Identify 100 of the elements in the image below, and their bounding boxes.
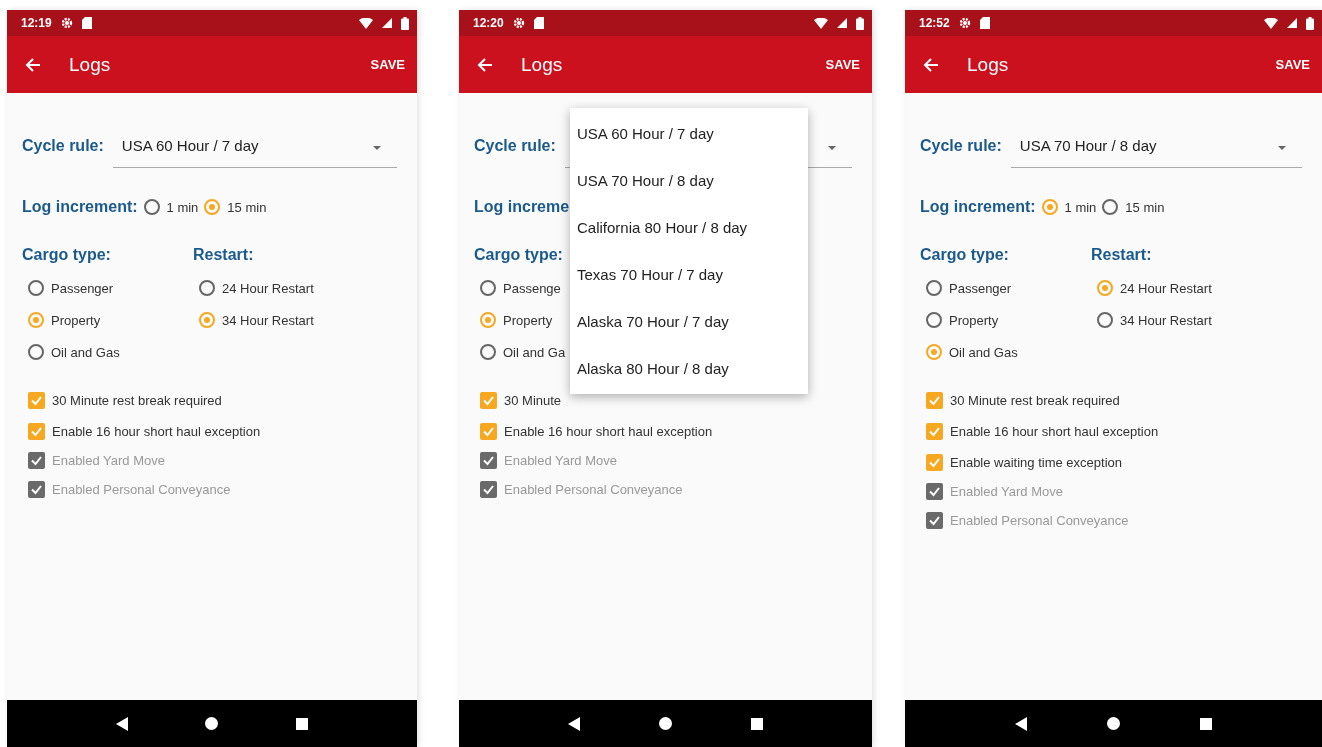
battery-icon	[401, 16, 409, 30]
back-arrow-icon[interactable]	[25, 57, 41, 72]
screen-title: Logs	[967, 53, 1009, 76]
radio-button[interactable]	[1097, 312, 1113, 328]
gear-icon	[512, 17, 525, 29]
radio-button[interactable]	[1102, 199, 1119, 215]
option-label: Property	[51, 312, 101, 328]
checkbox-label: Enable waiting time exception	[950, 455, 1122, 470]
option-label: Oil and Gas	[949, 344, 1018, 360]
cargo-type-label: Cargo type:	[920, 246, 1010, 264]
screen-title: Logs	[521, 53, 563, 76]
cycle-rule-label: Cycle rule:	[474, 136, 556, 155]
checkbox[interactable]	[926, 454, 943, 471]
restart-label: Restart:	[193, 246, 255, 264]
option-label: Passenger	[51, 280, 114, 296]
back-triangle-icon[interactable]	[1015, 716, 1027, 731]
radio-button[interactable]	[926, 312, 942, 328]
option-label: 24 Hour Restart	[222, 280, 314, 296]
back-arrow-icon[interactable]	[923, 57, 939, 72]
menu-item[interactable]: California 80 Hour / 8 day	[570, 204, 808, 251]
checkbox[interactable]	[480, 392, 497, 409]
sd-card-icon	[81, 17, 92, 29]
menu-item[interactable]: Alaska 80 Hour / 8 day	[570, 345, 808, 392]
option-label: 1 min	[166, 199, 199, 215]
sd-card-icon	[533, 17, 544, 29]
back-arrow-icon[interactable]	[477, 57, 493, 72]
radio-button[interactable]	[480, 312, 496, 328]
radio-button[interactable]	[926, 280, 942, 296]
status-time: 12:52	[919, 16, 950, 30]
cycle-rule-dropdown[interactable]: USA 70 Hour / 8 day	[1010, 129, 1302, 168]
checkbox-label: 30 Minute rest break required	[52, 393, 222, 408]
checkbox-label: 30 Minute rest break required	[950, 393, 1120, 408]
signal-icon	[837, 18, 847, 28]
home-circle-icon[interactable]	[205, 717, 219, 730]
restart-label: Restart:	[1091, 246, 1153, 264]
checkbox[interactable]	[480, 423, 497, 440]
dropdown-caret-icon	[828, 146, 836, 150]
menu-item[interactable]: USA 60 Hour / 7 day	[570, 110, 808, 157]
checkbox-label: Enable 16 hour short haul exception	[950, 424, 1159, 439]
cycle-rule-label: Cycle rule:	[22, 136, 104, 155]
save-button[interactable]: SAVE	[823, 51, 862, 78]
radio-button[interactable]	[926, 344, 942, 360]
option-label: Oil and Ga	[503, 344, 566, 360]
menu-item[interactable]: Texas 70 Hour / 7 day	[570, 251, 808, 298]
gear-icon	[958, 17, 971, 29]
home-circle-icon[interactable]	[1107, 717, 1120, 730]
option-label: 34 Hour Restart	[222, 312, 314, 328]
radio-button[interactable]	[28, 280, 44, 296]
radio-button[interactable]	[480, 280, 496, 296]
checkbox-label: 30 Minute	[504, 393, 562, 408]
menu-item[interactable]: USA 70 Hour / 8 day	[570, 157, 808, 204]
option-label: Property	[503, 312, 553, 328]
checkbox-label: Enable 16 hour short haul exception	[504, 424, 713, 439]
back-triangle-icon[interactable]	[568, 716, 581, 731]
screen-title: Logs	[69, 53, 111, 76]
option-label: Passenge	[503, 280, 561, 296]
save-button[interactable]: SAVE	[368, 51, 407, 78]
option-label: 1 min	[1064, 199, 1097, 215]
log-increment-label: Log increment:	[22, 198, 138, 216]
radio-button[interactable]	[199, 280, 215, 296]
status-time: 12:20	[473, 16, 504, 30]
checkbox-label: Enabled Yard Move	[52, 453, 165, 468]
radio-button[interactable]	[28, 312, 44, 328]
wifi-icon	[814, 17, 828, 29]
cycle-rule-label: Cycle rule:	[920, 136, 1002, 155]
wifi-icon	[359, 17, 373, 29]
cycle-rule-dropdown[interactable]: USA 60 Hour / 7 day	[112, 129, 397, 168]
radio-button[interactable]	[28, 344, 44, 360]
checkbox-label: Enabled Personal Conveyance	[52, 482, 231, 497]
radio-button[interactable]	[480, 344, 496, 360]
menu-item[interactable]: Alaska 70 Hour / 7 day	[570, 298, 808, 345]
square-icon[interactable]	[750, 717, 763, 730]
option-label: 15 min	[227, 199, 267, 215]
option-label: Property	[949, 312, 999, 328]
checkbox[interactable]	[926, 423, 943, 440]
checkbox[interactable]	[926, 392, 943, 409]
checkbox[interactable]	[28, 392, 45, 409]
battery-icon	[1306, 16, 1314, 30]
radio-button[interactable]	[199, 312, 215, 328]
option-label: 15 min	[1125, 199, 1165, 215]
square-icon[interactable]	[296, 717, 309, 730]
cargo-type-label: Cargo type:	[474, 246, 564, 264]
wifi-icon	[1264, 17, 1278, 29]
radio-button[interactable]	[1041, 199, 1058, 215]
save-button[interactable]: SAVE	[1273, 51, 1312, 78]
checkbox-label: Enabled Personal Conveyance	[504, 482, 683, 497]
option-label: Oil and Gas	[51, 344, 120, 360]
checkbox-label: Enabled Personal Conveyance	[950, 513, 1129, 528]
back-triangle-icon[interactable]	[115, 716, 128, 731]
checkbox[interactable]	[28, 423, 45, 440]
log-increment-label: Log increment:	[920, 198, 1036, 216]
radio-button[interactable]	[204, 199, 221, 215]
square-icon[interactable]	[1200, 717, 1212, 730]
radio-button[interactable]	[143, 199, 160, 215]
checkbox-label: Enable 16 hour short haul exception	[52, 424, 261, 439]
sd-card-icon	[979, 17, 990, 29]
signal-icon	[382, 18, 392, 28]
radio-button[interactable]	[1097, 280, 1113, 296]
checkbox-label: Enabled Yard Move	[504, 453, 617, 468]
home-circle-icon[interactable]	[659, 717, 672, 730]
